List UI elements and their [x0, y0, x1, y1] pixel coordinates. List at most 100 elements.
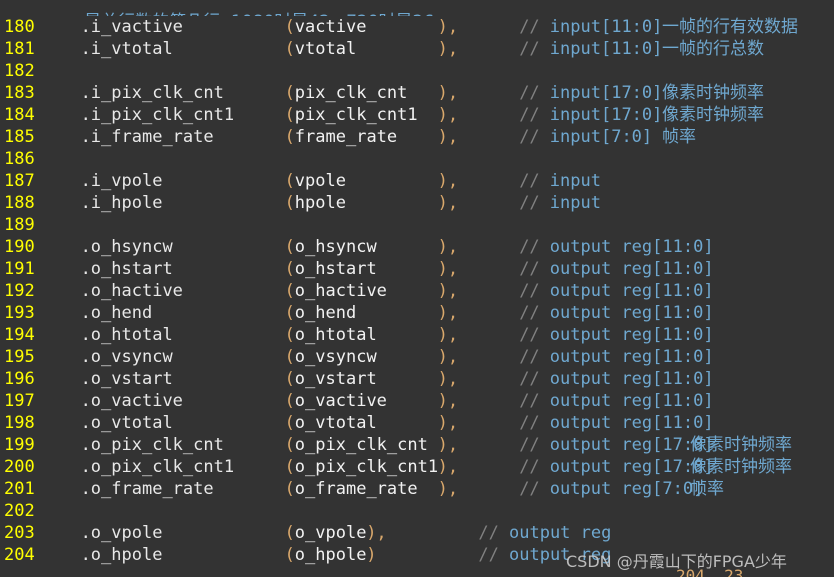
- port-dot: .: [80, 83, 91, 103]
- comment-text: output reg[17:0]: [549, 435, 714, 455]
- comment-slashes: //: [519, 457, 540, 477]
- code-line[interactable]: 194. o_htotal(o_htotal),//output reg[11:0…: [0, 324, 834, 346]
- comment-text: output reg[11:0]: [549, 237, 714, 257]
- open-paren: (: [284, 127, 295, 147]
- code-line[interactable]: 188. i_hpole (hpole), // input: [0, 192, 834, 214]
- close-paren: ),: [437, 281, 459, 301]
- code-line[interactable]: 203. o_vpole(o_vpole),//output reg: [0, 522, 834, 544]
- port-dot: .: [80, 523, 91, 543]
- close-paren: ),: [366, 523, 387, 543]
- port-dot: .: [80, 17, 91, 37]
- line-number: 194: [4, 325, 35, 345]
- signal-name: vactive: [294, 17, 367, 37]
- comment-text: input[17:0]: [549, 83, 663, 103]
- code-line[interactable]: 200. o_pix_clk_cnt1(o_pix_clk_cnt1),//out…: [0, 456, 834, 478]
- comment-slashes: //: [519, 259, 540, 279]
- code-editor-viewport[interactable]: 是总行数的第几行 1080时是42 720时是26 180.i_vactive(…: [0, 0, 834, 577]
- open-paren: (: [284, 171, 295, 191]
- signal-name: o_pix_clk_cnt: [294, 435, 428, 455]
- port-name: o_hpole: [90, 545, 163, 565]
- open-paren: (: [284, 545, 295, 565]
- close-paren: ),: [437, 127, 459, 147]
- open-paren: (: [284, 479, 295, 499]
- port-dot: .: [80, 457, 91, 477]
- close-paren: ),: [437, 457, 459, 477]
- port-dot: .: [80, 479, 91, 499]
- close-paren: ),: [437, 303, 459, 323]
- chinese-annotation: 像素时钟频率: [690, 457, 792, 477]
- open-paren: (: [284, 325, 295, 345]
- close-paren: ),: [437, 39, 459, 59]
- port-dot: .: [80, 171, 91, 191]
- code-line[interactable]: 185. i_frame_rate (frame_rate), // input[7:0…: [0, 126, 834, 148]
- code-line[interactable]: 193. o_hend(o_hend),//output reg[11:0]: [0, 302, 834, 324]
- comment-text: output reg[11:0]: [549, 325, 714, 345]
- signal-name: o_vsyncw: [294, 347, 377, 367]
- code-line[interactable]: 183. i_pix_clk_cnt (pix_clk_cnt), // input[1…: [0, 82, 834, 104]
- code-line[interactable]: 182: [0, 60, 834, 82]
- code-line[interactable]: 184. i_pix_clk_cnt1 (pix_clk_cnt1), // input…: [0, 104, 834, 126]
- port-name: o_vpole: [90, 523, 163, 543]
- line-number: 193: [4, 303, 35, 323]
- line-number: 184: [4, 105, 35, 125]
- chinese-annotation: 像素时钟频率: [662, 105, 764, 125]
- port-dot: .: [80, 259, 91, 279]
- port-dot: .: [80, 545, 91, 565]
- comment-text: output reg[11:0]: [549, 347, 714, 367]
- code-line[interactable]: 181. i_vtotal (vtotal), // input[11:0] 一帧的行总数: [0, 38, 834, 60]
- line-number: 182: [4, 61, 35, 81]
- signal-name: pix_clk_cnt: [294, 83, 408, 103]
- code-line[interactable]: 196. o_vstart(o_vstart),//output reg[11:0…: [0, 368, 834, 390]
- code-line[interactable]: 192. o_hactive(o_hactive),//output reg[11…: [0, 280, 834, 302]
- port-dot: .: [80, 413, 91, 433]
- port-name: o_vtotal: [90, 413, 173, 433]
- code-line[interactable]: 195. o_vsyncw(o_vsyncw),//output reg[11:0…: [0, 346, 834, 368]
- open-paren: (: [284, 413, 295, 433]
- open-paren: (: [284, 435, 295, 455]
- open-paren: (: [284, 105, 295, 125]
- code-line[interactable]: 189: [0, 214, 834, 236]
- line-number: 181: [4, 39, 35, 59]
- open-paren: (: [284, 281, 295, 301]
- port-dot: .: [80, 303, 91, 323]
- comment-slashes: //: [478, 523, 499, 543]
- line-number: 180: [4, 17, 35, 37]
- signal-name: o_hactive: [294, 281, 387, 301]
- close-paren: ),: [437, 171, 459, 191]
- open-paren: (: [284, 83, 295, 103]
- port-dot: .: [80, 127, 91, 147]
- code-line[interactable]: 201. o_frame_rate(o_frame_rate),//output …: [0, 478, 834, 500]
- line-number: 202: [4, 501, 35, 521]
- port-name: o_pix_clk_cnt: [90, 435, 224, 455]
- code-line[interactable]: 197. o_vactive(o_vactive),//output reg[11…: [0, 390, 834, 412]
- line-number: 195: [4, 347, 35, 367]
- comment-text: output reg[7:0]: [549, 479, 704, 499]
- port-name: i_frame_rate: [90, 127, 214, 147]
- close-paren: ),: [437, 83, 459, 103]
- signal-name: hpole: [294, 193, 346, 213]
- comment-slashes: //: [519, 435, 540, 455]
- port-dot: .: [80, 281, 91, 301]
- port-dot: .: [80, 369, 91, 389]
- signal-name: o_hpole: [294, 545, 367, 565]
- signal-name: o_vactive: [294, 391, 387, 411]
- port-dot: .: [80, 39, 91, 59]
- comment-text: input[11:0]: [549, 39, 663, 59]
- comment-slashes: //: [519, 127, 540, 147]
- signal-name: o_pix_clk_cnt1: [294, 457, 439, 477]
- line-number: 185: [4, 127, 35, 147]
- comment-slashes: //: [519, 83, 540, 103]
- code-line[interactable]: 187. i_vpole (vpole), // input: [0, 170, 834, 192]
- port-dot: .: [80, 237, 91, 257]
- code-line[interactable]: 191. o_hstart(o_hstart),//output reg[11:0…: [0, 258, 834, 280]
- close-paren: ),: [437, 479, 459, 499]
- code-line[interactable]: 186: [0, 148, 834, 170]
- line-number: 197: [4, 391, 35, 411]
- code-line[interactable]: 199. o_pix_clk_cnt(o_pix_clk_cnt),//outpu…: [0, 434, 834, 456]
- open-paren: (: [284, 17, 295, 37]
- code-line[interactable]: 190. o_hsyncw(o_hsyncw),//output reg[11:0…: [0, 236, 834, 258]
- line-number: 186: [4, 149, 35, 169]
- code-line[interactable]: 180. i_vactive (vactive), // input[11:0] 一帧的行…: [0, 16, 834, 38]
- code-line[interactable]: 202: [0, 500, 834, 522]
- code-line[interactable]: 198. o_vtotal(o_vtotal),//output reg[11:0…: [0, 412, 834, 434]
